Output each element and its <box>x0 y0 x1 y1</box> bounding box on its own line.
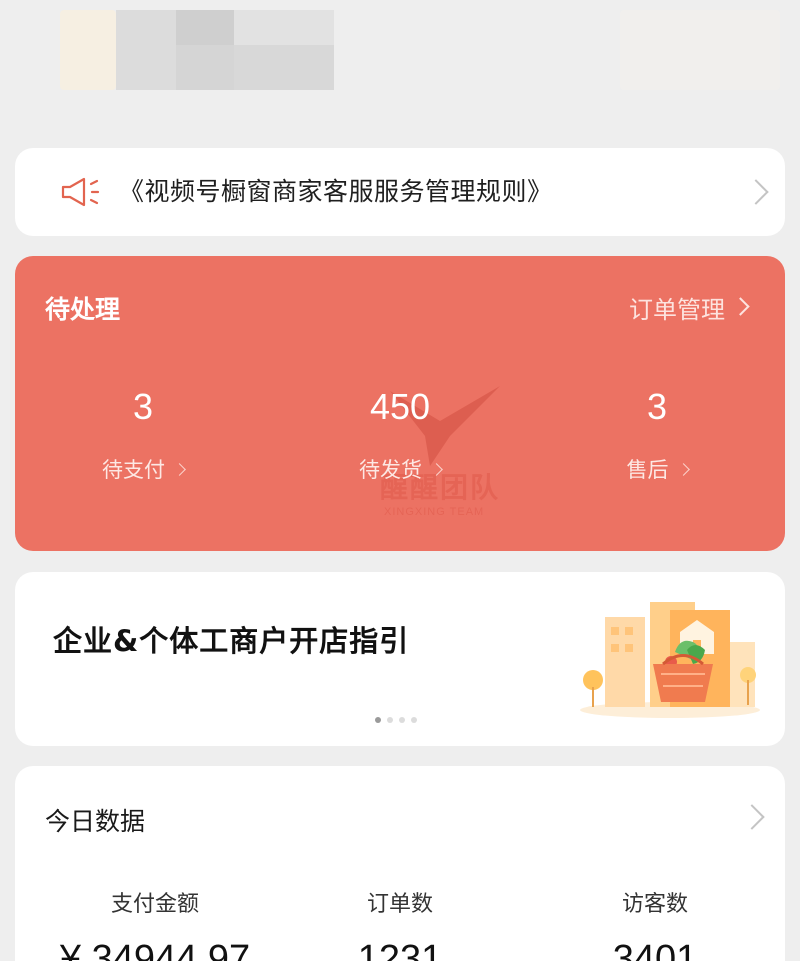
today-data-card[interactable]: 今日数据 支付金额 ¥ 34944.97 订单数 1231 访客数 3401 <box>15 766 785 961</box>
notice-text: 《视频号橱窗商家客服服务管理规则》 <box>119 177 553 206</box>
metric-label: 支付金额 <box>110 892 199 917</box>
storefront-illustration-icon <box>580 602 760 718</box>
today-data-title: 今日数据 <box>45 807 146 836</box>
shop-guide-banner[interactable]: 企业&个体工商户开店指引 <box>15 572 785 746</box>
blurred-shop-name <box>116 10 176 90</box>
carousel-dot[interactable] <box>387 717 393 723</box>
chevron-right-icon[interactable] <box>731 297 750 316</box>
stat-pending-payment[interactable]: 3 待支付 <box>33 386 253 484</box>
stat-value: 3 <box>132 386 154 427</box>
carousel-dot[interactable] <box>411 717 417 723</box>
metric-order-count[interactable]: 订单数 1231 <box>280 886 520 961</box>
chevron-right-icon <box>430 462 443 476</box>
stat-label: 待支付 <box>102 458 165 482</box>
stat-value: 3 <box>646 386 668 427</box>
metric-value: 3401 <box>612 938 698 961</box>
blurred-shop-name-part <box>176 45 334 90</box>
order-manage-link[interactable]: 订单管理 <box>629 290 725 325</box>
chevron-right-icon <box>173 462 186 476</box>
carousel-indicator[interactable] <box>375 717 417 723</box>
watermark-subtext: XINGXING TEAM <box>384 506 485 518</box>
pending-card: 待处理 订单管理 醒醒团队 XINGXING TEAM 3 待支付 450 待发… <box>15 256 785 551</box>
metric-visitor-count[interactable]: 访客数 3401 <box>535 886 775 961</box>
stat-label-row: 待支付 <box>102 454 186 484</box>
chevron-right-icon <box>743 179 769 205</box>
blurred-header-right <box>620 10 780 90</box>
metric-value: ¥ 34944.97 <box>59 938 251 961</box>
notice-bar[interactable]: 《视频号橱窗商家客服服务管理规则》 <box>15 148 785 236</box>
metric-value: 1231 <box>357 938 443 961</box>
chevron-right-icon <box>676 462 690 476</box>
guide-title: 企业&个体工商户开店指引 <box>53 624 410 658</box>
blurred-header <box>0 0 800 130</box>
carousel-dot[interactable] <box>375 717 381 723</box>
stat-pending-shipment[interactable]: 450 待发货 <box>290 386 510 484</box>
carousel-dot[interactable] <box>399 717 405 723</box>
metric-label: 订单数 <box>366 892 433 917</box>
stat-label-row: 待发货 <box>359 454 443 484</box>
blurred-avatar <box>60 10 116 90</box>
stat-label-row: 售后 <box>626 454 690 484</box>
stat-value: 450 <box>369 386 431 427</box>
metric-payment-amount[interactable]: 支付金额 ¥ 34944.97 <box>35 886 275 961</box>
stat-after-sales[interactable]: 3 售后 <box>547 386 767 484</box>
pending-title: 待处理 <box>45 295 121 324</box>
speaker-icon <box>61 177 100 207</box>
chevron-right-icon[interactable] <box>739 804 765 830</box>
metric-label: 访客数 <box>621 892 688 917</box>
stat-label: 待发货 <box>359 458 422 482</box>
stat-label: 售后 <box>626 458 669 482</box>
